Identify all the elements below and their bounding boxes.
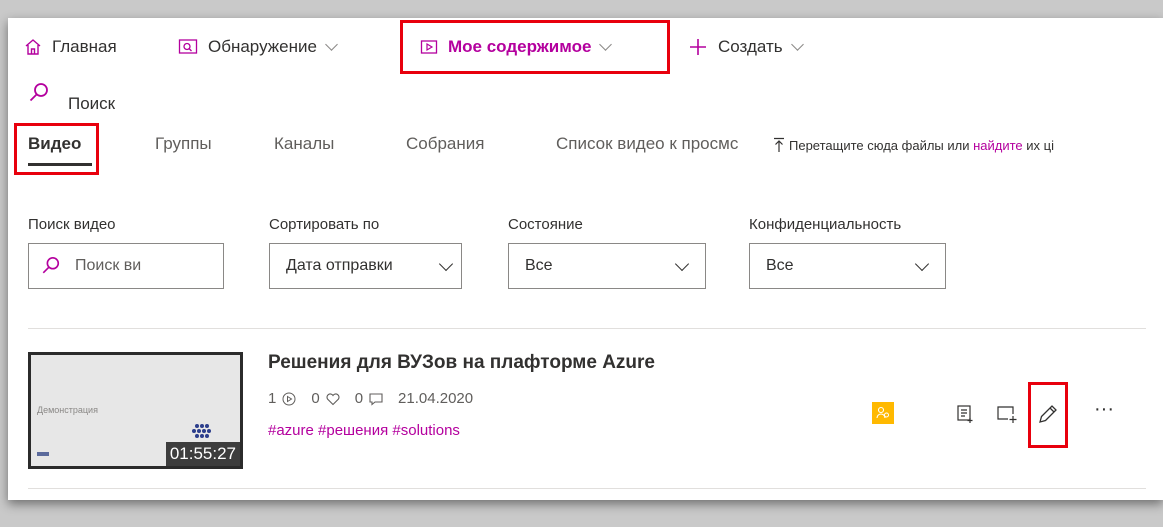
- video-search-field[interactable]: Поиск ви: [28, 243, 224, 289]
- divider: [28, 328, 1146, 329]
- sort-value: Дата отправки: [286, 257, 393, 274]
- status-dropdown[interactable]: Все: [508, 243, 706, 289]
- tab-watchlist[interactable]: Список видео к просмс: [556, 134, 738, 154]
- sort-dropdown[interactable]: Дата отправки: [269, 243, 462, 289]
- plus-icon: [688, 37, 708, 57]
- filter-search-label: Поиск видео: [28, 216, 116, 233]
- privacy-dropdown[interactable]: Все: [749, 243, 946, 289]
- nav-discover[interactable]: Обнаружение: [178, 30, 338, 64]
- video-search-input[interactable]: Поиск ви: [75, 257, 141, 275]
- upload-browse-link[interactable]: найдите: [973, 138, 1023, 153]
- video-title[interactable]: Решения для ВУЗов на плафторме Azure: [268, 352, 655, 374]
- status-value: Все: [525, 257, 553, 274]
- like-count: 0: [311, 390, 340, 407]
- video-thumbnail[interactable]: Демонстрация 01:55:27: [28, 352, 243, 469]
- heart-icon: [326, 392, 340, 405]
- search-icon: [41, 256, 61, 276]
- chevron-down-icon: [914, 256, 930, 272]
- privacy-value: Все: [766, 257, 794, 274]
- upload-icon: [773, 137, 785, 153]
- search-icon: [28, 82, 50, 109]
- nav-home-label: Главная: [52, 37, 117, 56]
- nav-create-label: Создать: [718, 37, 783, 56]
- upload-dropzone[interactable]: Перетащите сюда файлы или найдите их ці: [773, 130, 1163, 160]
- discover-icon: [178, 38, 198, 56]
- filter-privacy-label: Конфиденциальность: [749, 216, 902, 233]
- tab-meetings[interactable]: Собрания: [406, 134, 484, 154]
- video-list-item[interactable]: Демонстрация 01:55:27 Решения для ВУЗов …: [28, 348, 1148, 472]
- comment-count-value: 0: [354, 390, 364, 407]
- search-bar[interactable]: Поиск: [8, 72, 353, 130]
- nav-discover-label: Обнаружение: [208, 37, 317, 56]
- play-circle-icon: [282, 392, 296, 405]
- nav-home[interactable]: Главная: [24, 30, 117, 64]
- thumbnail-text: Демонстрация: [37, 405, 98, 415]
- chevron-down-icon: [674, 256, 690, 272]
- highlight-my-content: [400, 20, 670, 74]
- video-tags[interactable]: #azure #решения #solutions: [268, 422, 460, 439]
- divider: [28, 488, 1146, 489]
- tab-channels[interactable]: Каналы: [274, 134, 334, 154]
- upload-text-end: их ці: [1022, 137, 1054, 153]
- view-count-value: 1: [268, 390, 277, 407]
- home-icon: [24, 38, 42, 56]
- upload-text: Перетащите сюда файлы или: [789, 137, 974, 153]
- add-to-group-icon[interactable]: [996, 404, 1018, 429]
- highlight-edit-button: [1028, 382, 1068, 448]
- privacy-people-icon: [872, 402, 894, 424]
- comment-count: 0: [355, 390, 384, 407]
- thumbnail-logo: [37, 452, 49, 456]
- add-to-playlist-icon[interactable]: [956, 404, 976, 429]
- app-window: Главная Обнаружение Мое содержимое Созда…: [8, 18, 1163, 500]
- chevron-down-icon: [325, 38, 338, 51]
- filter-sort-label: Сортировать по: [269, 216, 380, 233]
- upload-date: 21.04.2020: [398, 390, 474, 407]
- filter-status-label: Состояние: [508, 216, 583, 233]
- video-duration: 01:55:27: [165, 442, 240, 466]
- more-options-button[interactable]: ···: [1094, 398, 1114, 421]
- chevron-down-icon: [790, 38, 804, 51]
- search-input[interactable]: Поиск: [68, 94, 115, 114]
- highlight-videos-tab: [14, 123, 99, 175]
- nav-create[interactable]: Создать: [688, 30, 804, 64]
- chevron-down-icon: [438, 256, 454, 272]
- video-stats: 1 0 0 21.04.2020: [268, 390, 473, 407]
- view-count: 1: [268, 390, 297, 407]
- like-count-value: 0: [311, 390, 320, 407]
- tab-groups[interactable]: Группы: [155, 134, 212, 154]
- comment-icon: [369, 392, 383, 406]
